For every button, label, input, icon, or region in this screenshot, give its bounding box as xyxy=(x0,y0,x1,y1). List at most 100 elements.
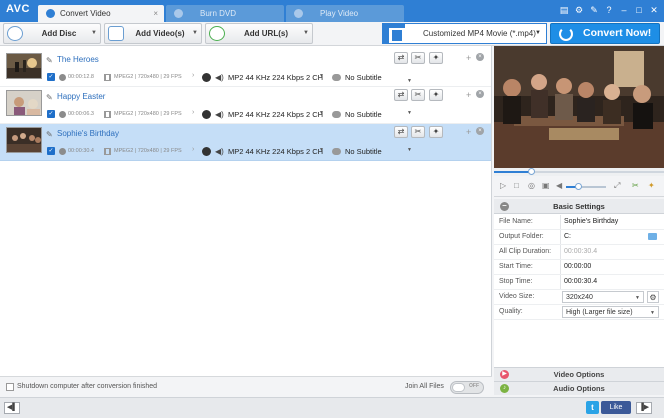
seek-handle[interactable] xyxy=(528,168,536,175)
edit-name-icon[interactable]: ✎ xyxy=(46,130,53,139)
chevron-down-icon[interactable]: ▼ xyxy=(407,78,412,84)
file-name[interactable]: Sophie's Birthday xyxy=(57,129,119,138)
show-log-icon[interactable]: ◀▌ xyxy=(4,402,20,414)
remove-icon[interactable]: × xyxy=(476,90,484,98)
audio-track-select[interactable]: MP2 44 KHz 224 Kbps 2 CH xyxy=(228,73,323,82)
camera-icon[interactable]: ▣ xyxy=(542,181,550,190)
chevron-down-icon[interactable]: ▼ xyxy=(407,110,412,116)
app-logo: AVC xyxy=(6,3,30,15)
chevron-down-icon[interactable]: ▼ xyxy=(319,110,324,116)
add-icon[interactable]: + xyxy=(466,53,471,63)
audio-track-select[interactable]: MP2 44 KHz 224 Kbps 2 CH xyxy=(228,147,323,156)
quality-select[interactable]: High (Larger file size) ▼ xyxy=(562,306,659,318)
refresh-icon xyxy=(559,27,573,41)
video-size-select[interactable]: 320x240 ▼ xyxy=(562,291,644,303)
gear-icon[interactable]: ⚙ xyxy=(573,4,585,16)
key-icon[interactable]: ✎ xyxy=(588,4,600,16)
video-info: MPEG2 | 720x480 | 29 FPS xyxy=(114,74,182,80)
clip-button[interactable]: ✂ xyxy=(411,126,425,138)
twitter-icon[interactable]: t xyxy=(586,401,599,414)
tab-convert-video[interactable]: Convert Video × xyxy=(38,5,164,22)
remove-icon[interactable]: × xyxy=(476,127,484,135)
maximize-icon[interactable]: □ xyxy=(633,4,645,16)
video-info: MPEG2 | 720x480 | 29 FPS xyxy=(114,148,182,154)
join-files-toggle[interactable]: OFF xyxy=(450,381,484,394)
subtitle-select[interactable]: No Subtitle xyxy=(345,147,382,156)
edit-name-icon[interactable]: ✎ xyxy=(46,56,53,65)
snapshot-icon[interactable]: ◎ xyxy=(528,181,535,190)
wand-icon[interactable]: ✦ xyxy=(648,181,655,190)
seek-bar[interactable] xyxy=(494,168,664,176)
gear-icon[interactable]: ⚙ xyxy=(647,291,659,303)
basic-settings-header[interactable]: – Basic Settings xyxy=(494,199,664,214)
video-preview[interactable] xyxy=(494,46,664,168)
effect-button[interactable]: ⇄ xyxy=(394,52,408,64)
edit-name-icon[interactable]: ✎ xyxy=(46,93,53,102)
subtitle-select[interactable]: No Subtitle xyxy=(345,110,382,119)
add-urls-button[interactable]: Add URL(s) ▼ xyxy=(205,23,313,44)
add-disc-button[interactable]: Add Disc ▼ xyxy=(3,23,101,44)
effects-wand-button[interactable]: ✦ xyxy=(429,89,443,101)
volume-icon[interactable]: ◀ xyxy=(556,181,562,190)
effects-wand-button[interactable]: ✦ xyxy=(429,126,443,138)
stop-icon[interactable]: □ xyxy=(514,181,519,190)
burn-dvd-icon xyxy=(174,9,183,18)
fullscreen-icon[interactable]: ⤢ xyxy=(614,181,620,191)
remove-icon[interactable]: × xyxy=(476,53,484,61)
start-time-field[interactable]: 00:00:00 xyxy=(564,260,591,274)
file-name[interactable]: The Heroes xyxy=(57,55,99,64)
file-checkbox[interactable]: ✓ xyxy=(47,147,55,155)
output-format-select[interactable]: Customized MP4 Movie (*.mp4) ▼ xyxy=(382,23,547,44)
settings-row-output-folder: Output Folder: C: xyxy=(494,230,664,245)
tab-play-video[interactable]: Play Video xyxy=(286,5,404,22)
video-thumbnail[interactable] xyxy=(6,53,42,79)
effect-button[interactable]: ⇄ xyxy=(394,126,408,138)
file-row[interactable]: ✎ Happy Easter ✓ 00:00:06.3 MPEG2 | 720x… xyxy=(0,87,491,124)
tab-burn-dvd[interactable]: Burn DVD xyxy=(166,5,284,22)
file-name[interactable]: Happy Easter xyxy=(57,92,105,101)
shutdown-label: Shutdown computer after conversion finis… xyxy=(17,383,158,390)
chevron-down-icon[interactable]: ▼ xyxy=(91,24,97,43)
file-row[interactable]: ✎ Sophie's Birthday ✓ 00:00:30.4 MPEG2 |… xyxy=(0,124,491,161)
chevron-down-icon[interactable]: ▼ xyxy=(319,73,324,79)
chevron-down-icon[interactable]: ▼ xyxy=(303,24,309,43)
menu-icon[interactable]: ▤ xyxy=(558,4,570,16)
file-name-field[interactable]: Sophie's Birthday xyxy=(564,215,618,229)
subtitle-select[interactable]: No Subtitle xyxy=(345,73,382,82)
video-thumbnail[interactable] xyxy=(6,90,42,116)
chevron-down-icon[interactable]: ▼ xyxy=(319,147,324,153)
play-icon[interactable]: ▷ xyxy=(500,181,506,190)
clock-icon xyxy=(59,74,66,81)
convert-now-button[interactable]: Convert Now! xyxy=(550,23,660,44)
minimize-icon[interactable]: – xyxy=(618,4,630,16)
shutdown-checkbox[interactable] xyxy=(6,383,14,391)
effects-wand-button[interactable]: ✦ xyxy=(429,52,443,64)
video-options-header[interactable]: ▶ Video Options xyxy=(494,367,664,381)
chevron-down-icon[interactable]: ▼ xyxy=(407,147,412,153)
chevron-down-icon[interactable]: ▼ xyxy=(192,24,198,43)
audio-options-header[interactable]: ♪ Audio Options xyxy=(494,381,664,395)
output-folder-field[interactable]: C: xyxy=(564,230,571,244)
file-row[interactable]: ✎ The Heroes ✓ 00:00:12.8 MPEG2 | 720x48… xyxy=(0,50,491,87)
video-thumbnail[interactable] xyxy=(6,127,42,153)
help-icon[interactable]: ? xyxy=(603,4,615,16)
clip-button[interactable]: ✂ xyxy=(411,52,425,64)
close-icon[interactable]: ✕ xyxy=(648,4,660,16)
crop-icon[interactable]: ✂ xyxy=(632,181,639,190)
volume-handle[interactable] xyxy=(575,183,582,190)
add-icon[interactable]: + xyxy=(466,90,471,100)
file-checkbox[interactable]: ✓ xyxy=(47,110,55,118)
show-panel-icon[interactable]: ▐▶ xyxy=(636,402,652,414)
collapse-icon[interactable]: – xyxy=(500,202,509,211)
add-videos-button[interactable]: Add Video(s) ▼ xyxy=(104,23,202,44)
file-checkbox[interactable]: ✓ xyxy=(47,73,55,81)
close-icon[interactable]: × xyxy=(153,5,158,22)
audio-track-select[interactable]: MP2 44 KHz 224 Kbps 2 CH xyxy=(228,110,323,119)
effect-button[interactable]: ⇄ xyxy=(394,89,408,101)
setting-label: Stop Time: xyxy=(499,278,533,285)
facebook-like-button[interactable]: Like xyxy=(601,401,631,414)
folder-icon[interactable] xyxy=(648,233,657,240)
add-icon[interactable]: + xyxy=(466,127,471,137)
clip-button[interactable]: ✂ xyxy=(411,89,425,101)
stop-time-field[interactable]: 00:00:30.4 xyxy=(564,275,597,289)
